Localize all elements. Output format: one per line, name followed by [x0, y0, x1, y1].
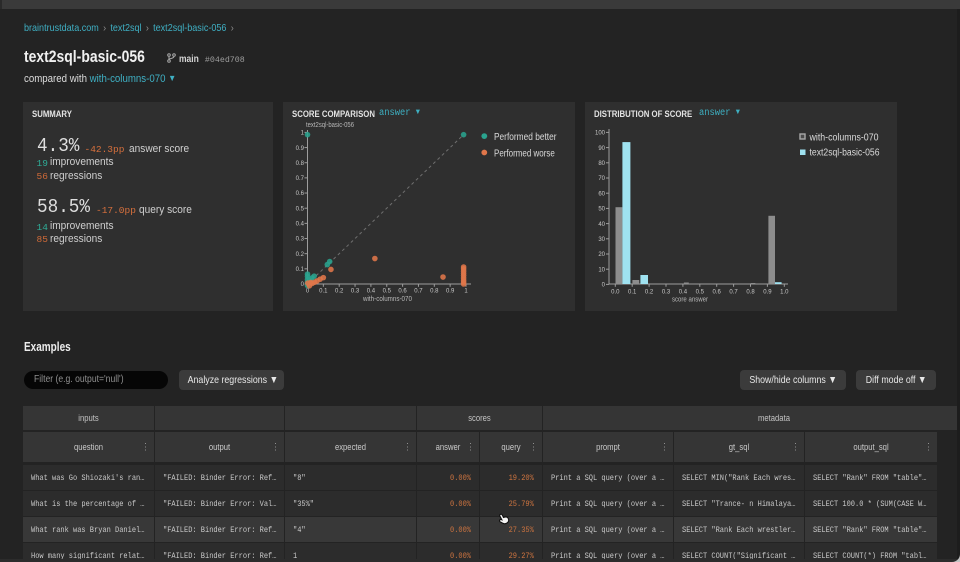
svg-text:0.9: 0.9: [296, 146, 305, 152]
svg-text:text2sql-basic-056: text2sql-basic-056: [306, 122, 354, 129]
svg-text:0.9: 0.9: [763, 289, 772, 295]
svg-text:0.3: 0.3: [662, 289, 671, 295]
svg-text:0.1: 0.1: [296, 267, 305, 273]
svg-text:0.3: 0.3: [296, 237, 305, 243]
svg-text:70: 70: [598, 176, 605, 182]
svg-text:0.2: 0.2: [296, 252, 305, 258]
svg-text:0.5: 0.5: [296, 206, 305, 212]
svg-text:0.9: 0.9: [446, 289, 455, 295]
svg-text:0.2: 0.2: [335, 289, 344, 295]
svg-text:0.0: 0.0: [611, 289, 620, 295]
svg-text:0.6: 0.6: [713, 289, 722, 295]
svg-text:with-columns-070: with-columns-070: [809, 132, 879, 143]
svg-text:Performed worse: Performed worse: [494, 147, 555, 159]
svg-text:20: 20: [598, 252, 605, 258]
svg-text:0.8: 0.8: [430, 289, 439, 295]
svg-text:0.1: 0.1: [319, 289, 328, 295]
svg-text:100: 100: [595, 131, 606, 137]
svg-text:text2sql-basic-056: text2sql-basic-056: [810, 148, 880, 159]
svg-text:score answer: score answer: [672, 295, 708, 304]
svg-text:60: 60: [598, 191, 605, 197]
svg-text:80: 80: [598, 161, 605, 167]
svg-text:Performed better: Performed better: [494, 131, 557, 143]
svg-text:0.7: 0.7: [729, 289, 738, 295]
svg-text:0.2: 0.2: [645, 289, 654, 295]
svg-text:0.4: 0.4: [296, 222, 305, 228]
svg-text:0: 0: [602, 283, 606, 289]
svg-text:0.3: 0.3: [351, 289, 360, 295]
svg-text:with-columns-070: with-columns-070: [362, 294, 412, 303]
svg-text:30: 30: [598, 237, 605, 243]
svg-text:0.6: 0.6: [296, 191, 305, 197]
svg-text:0.1: 0.1: [628, 289, 637, 295]
svg-text:0.8: 0.8: [296, 161, 305, 167]
svg-text:10: 10: [598, 267, 605, 273]
svg-text:0.7: 0.7: [414, 289, 423, 295]
svg-text:1: 1: [464, 289, 468, 295]
svg-text:0.8: 0.8: [746, 289, 755, 295]
svg-text:1.0: 1.0: [780, 289, 789, 295]
svg-text:0: 0: [306, 289, 310, 295]
svg-text:40: 40: [598, 222, 605, 228]
svg-text:0.7: 0.7: [296, 176, 305, 182]
svg-text:90: 90: [598, 146, 605, 152]
svg-text:0: 0: [301, 282, 305, 288]
svg-text:1: 1: [301, 131, 305, 137]
svg-text:50: 50: [598, 207, 605, 213]
